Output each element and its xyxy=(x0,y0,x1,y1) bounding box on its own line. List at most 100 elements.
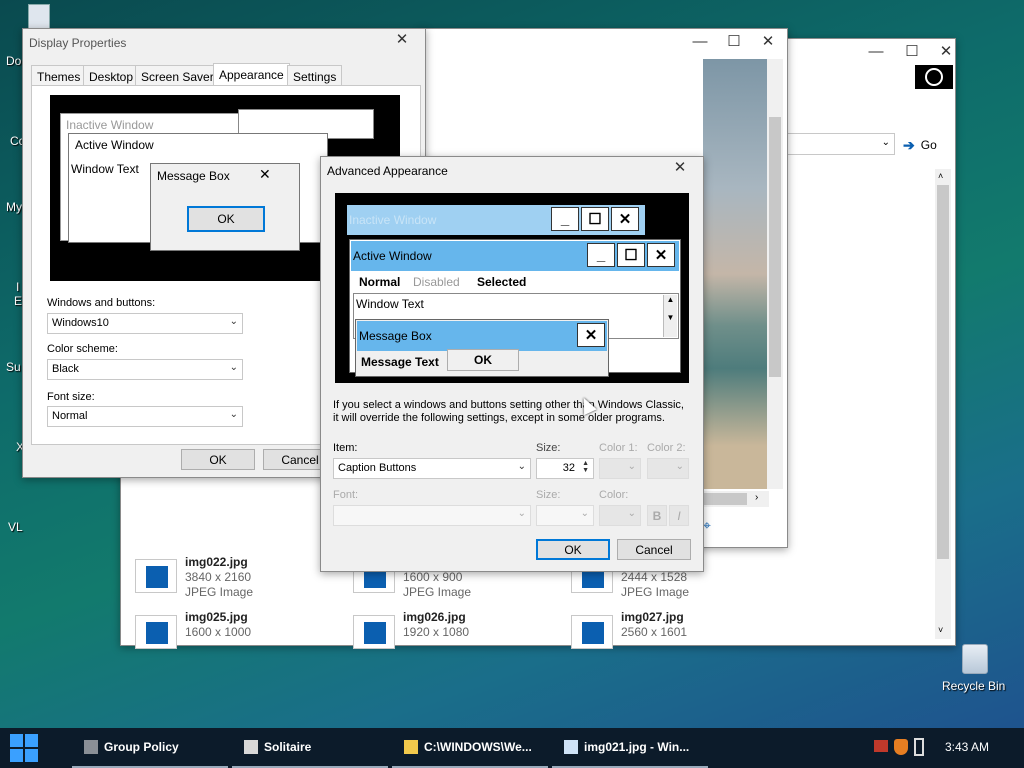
chevron-down-icon: ⌄ xyxy=(517,461,526,472)
maximize-button[interactable]: ☐ xyxy=(895,39,929,63)
close-button[interactable]: ✕ xyxy=(751,29,785,53)
minimize-icon: _ xyxy=(587,243,615,267)
vertical-scrollbar[interactable]: ˄ ˅ xyxy=(935,169,951,639)
image-icon xyxy=(564,740,578,754)
desktop-label-4[interactable]: I xyxy=(16,280,19,294)
taskbar-item-photo-viewer[interactable]: img021.jpg - Win... xyxy=(552,728,708,768)
desktop-label-3[interactable]: My xyxy=(6,200,22,214)
file-type: JPEG Image xyxy=(621,585,690,599)
tab-desktop[interactable]: Desktop xyxy=(83,65,140,86)
item-select[interactable]: Caption Buttons ⌄ xyxy=(333,458,531,479)
taskbar-item-group-policy[interactable]: Group Policy xyxy=(72,728,228,768)
network-icon[interactable] xyxy=(874,740,888,752)
scroll-thumb[interactable] xyxy=(937,185,949,559)
font-size-label: Size: xyxy=(536,489,561,501)
desktop-doc-icon[interactable] xyxy=(28,4,50,30)
recycle-bin-icon[interactable] xyxy=(962,644,988,674)
chevron-down-icon: ⌄ xyxy=(229,362,238,373)
file-name[interactable]: img022.jpg xyxy=(185,555,248,569)
close-icon: ✕ xyxy=(647,243,675,267)
clock[interactable]: 3:43 AM xyxy=(945,740,989,754)
desktop-label-5[interactable]: E xyxy=(14,294,22,308)
chevron-down-icon: ⌄ xyxy=(229,409,238,420)
preview-menu-normal: Normal xyxy=(359,275,401,289)
battery-icon[interactable] xyxy=(914,738,924,756)
chevron-down-icon[interactable]: ⌄ xyxy=(882,137,890,148)
desktop-label-6[interactable]: Su xyxy=(6,360,21,374)
tab-screen-saver[interactable]: Screen Saver xyxy=(135,65,220,86)
chevron-down-icon: ⌄ xyxy=(627,461,636,472)
file-dimensions: 1920 x 1080 xyxy=(403,625,470,639)
minimize-button[interactable]: — xyxy=(859,39,893,63)
file-name[interactable]: img027.jpg xyxy=(621,610,684,624)
preview-window-text: Window Text xyxy=(71,162,139,176)
close-button[interactable]: ✕ xyxy=(385,27,419,51)
color-scheme-label: Color scheme: xyxy=(47,343,118,355)
maximize-button[interactable]: ☐ xyxy=(717,29,751,53)
preview-inactive-title: Inactive Window xyxy=(349,213,437,227)
photo-scrollbar[interactable] xyxy=(767,59,783,489)
file-thumbnail[interactable] xyxy=(135,559,177,593)
font-size-value: Normal xyxy=(52,410,88,422)
file-name[interactable]: img025.jpg xyxy=(185,610,248,624)
info-line-2: it will override the following settings,… xyxy=(333,412,665,424)
preview-ok-button: OK xyxy=(187,206,265,232)
file-name[interactable]: img026.jpg xyxy=(403,610,466,624)
file-thumbnail[interactable] xyxy=(571,615,613,649)
file-dimensions: 3840 x 2160 xyxy=(185,570,252,584)
go-button[interactable]: ➔ Go xyxy=(903,135,937,155)
scroll-down-arrow[interactable]: ˅ xyxy=(938,625,943,635)
ok-button[interactable]: OK xyxy=(181,449,255,470)
font-select: ⌄ xyxy=(333,505,531,526)
preview-message-box: Message Box ✕ OK xyxy=(150,163,300,251)
windows-buttons-select[interactable]: Windows10 ⌄ xyxy=(47,313,243,334)
preview-message-caption-bar: Message Box xyxy=(357,321,607,351)
shield-icon[interactable] xyxy=(894,739,908,755)
item-value: Caption Buttons xyxy=(338,462,417,474)
scroll-up-arrow[interactable]: ˄ xyxy=(938,171,943,181)
preview-active-title: Active Window xyxy=(353,249,432,263)
advanced-preview: Inactive Window _ ☐ ✕ Active Window _ ☐ … xyxy=(335,193,689,383)
close-button[interactable]: ✕ xyxy=(929,39,963,63)
italic-button: I xyxy=(669,505,689,526)
windows-buttons-label: Windows and buttons: xyxy=(47,297,156,309)
go-label: Go xyxy=(920,138,937,152)
cancel-button[interactable]: Cancel xyxy=(617,539,691,560)
start-icon[interactable] xyxy=(10,734,38,762)
preview-message-title: Message Box xyxy=(359,329,432,343)
taskbar-label: C:\WINDOWS\We... xyxy=(424,740,532,754)
file-thumbnail[interactable] xyxy=(353,615,395,649)
preview-message-text: Message Text xyxy=(361,355,439,369)
spin-arrows-icon[interactable]: ▲ ▼ xyxy=(582,460,589,474)
taskbar-item-explorer[interactable]: C:\WINDOWS\We... xyxy=(392,728,548,768)
maximize-icon: ☐ xyxy=(581,207,609,231)
font-size-select[interactable]: Normal ⌄ xyxy=(47,406,243,427)
taskbar-label: Group Policy xyxy=(104,740,179,754)
advanced-appearance-dialog: Advanced Appearance ✕ Inactive Window _ … xyxy=(320,156,704,572)
tab-appearance[interactable]: Appearance xyxy=(213,63,290,86)
size-stepper[interactable]: 32 ▲ ▼ xyxy=(536,458,594,479)
recycle-bin-label[interactable]: Recycle Bin xyxy=(942,679,1005,693)
tab-settings[interactable]: Settings xyxy=(287,65,343,86)
close-button[interactable]: ✕ xyxy=(663,155,697,179)
photo-image xyxy=(703,59,767,489)
bold-button: B xyxy=(647,505,667,526)
font-size-label: Font size: xyxy=(47,391,95,403)
tab-themes[interactable]: Themes xyxy=(31,65,87,86)
file-type: JPEG Image xyxy=(185,585,254,599)
tab-strip: Themes Desktop Screen Saver Appearance S… xyxy=(31,63,421,86)
file-thumbnail[interactable] xyxy=(135,615,177,649)
ok-button[interactable]: OK xyxy=(536,539,610,560)
color-scheme-value: Black xyxy=(52,363,79,375)
color2-label: Color 2: xyxy=(647,442,686,454)
address-bar[interactable]: ⌄ xyxy=(781,133,895,155)
scroll-right-arrow[interactable]: › xyxy=(755,492,758,503)
desktop-label-8[interactable]: VL xyxy=(8,520,23,534)
preview-window-text: Window Text xyxy=(356,297,424,311)
taskbar-item-solitaire[interactable]: Solitaire xyxy=(232,728,388,768)
desktop-label-1[interactable]: Do xyxy=(6,54,21,68)
color-scheme-select[interactable]: Black ⌄ xyxy=(47,359,243,380)
close-icon: ✕ xyxy=(611,207,639,231)
actual-size-icon[interactable]: ⌖ xyxy=(703,517,711,534)
minimize-button[interactable]: — xyxy=(683,29,717,53)
